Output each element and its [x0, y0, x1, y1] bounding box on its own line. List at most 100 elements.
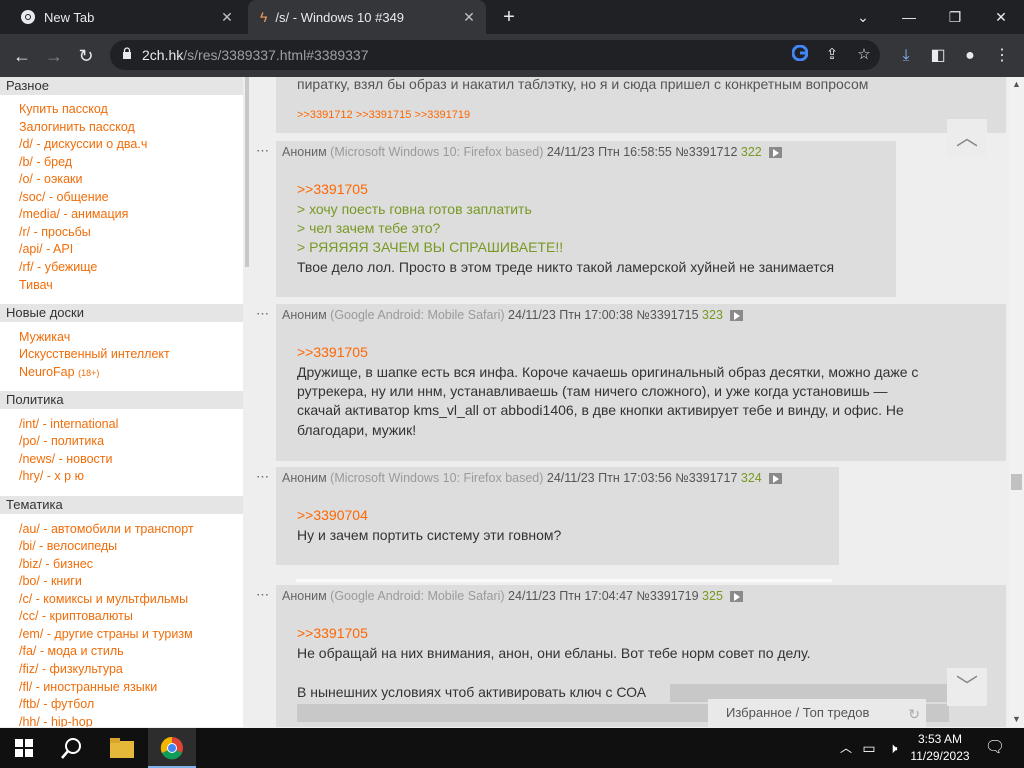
sidebar-item-soc[interactable]: /soc/ - общение [19, 189, 109, 206]
post-replies[interactable]: >>3391712 >>3391715 >>3391719 [297, 109, 470, 121]
play-icon[interactable] [769, 473, 783, 485]
download-icon[interactable]: ⤓ [894, 44, 918, 68]
play-icon[interactable] [769, 147, 783, 159]
sidebar-item-int[interactable]: /int/ - international [19, 416, 118, 433]
sidebar-item-fa[interactable]: /fa/ - мода и стиль [19, 643, 124, 660]
sidebar-item-fl[interactable]: /fl/ - иностранные языки [19, 679, 157, 696]
post-reply-link[interactable]: >>3391705 [297, 344, 368, 360]
sidebar-item-tivach[interactable]: Тивач [19, 277, 53, 294]
menu-icon[interactable]: ⋮ [990, 44, 1014, 68]
age-badge: (18+) [78, 368, 100, 378]
scroll-up-arrow-icon[interactable]: ▲ [1009, 77, 1024, 92]
scroll-up-button[interactable]: ︿ [947, 119, 987, 157]
sidebar-item-c[interactable]: /c/ - комиксы и мультфильмы [19, 591, 188, 608]
new-tab-button[interactable]: + [498, 6, 520, 28]
star-icon[interactable]: ☆ [854, 45, 874, 65]
share-icon[interactable]: ⇪ [822, 45, 842, 65]
scrollbar-thumb[interactable] [1011, 474, 1022, 490]
sidebar-item-ai[interactable]: Искусственный интеллект [19, 346, 170, 363]
sidebar-scrollbar[interactable] [245, 77, 249, 267]
sidebar-item-buy-passcode[interactable]: Купить пасскод [19, 101, 108, 118]
sidebar-item-hh[interactable]: /hh/ - hip-hop [19, 714, 93, 727]
chrome-taskbar-icon[interactable] [148, 728, 196, 768]
sidebar-item-media[interactable]: /media/ - анимация [19, 206, 128, 223]
refresh-icon[interactable]: ↻ [908, 700, 920, 727]
sidebar-item-muzhikach[interactable]: Мужикач [19, 329, 70, 346]
reload-icon[interactable]: ↻ [72, 42, 100, 70]
post-greentext: > хочу поесть говна готов заплатить [297, 201, 532, 217]
google-icon[interactable] [790, 44, 810, 65]
close-tab-icon[interactable]: ✕ [460, 8, 478, 26]
notification-icon[interactable]: 🗨 [980, 728, 1010, 768]
post-menu-icon[interactable]: ⋯ [256, 469, 269, 485]
sidebar-item-b[interactable]: /b/ - бред [19, 154, 72, 171]
chrome-icon [21, 10, 35, 24]
sidebar-item-bi[interactable]: /bi/ - велосипеды [19, 538, 117, 555]
scroll-down-arrow-icon[interactable]: ▼ [1009, 712, 1024, 727]
post-number[interactable]: №3391712 [675, 145, 737, 159]
windows-start-icon[interactable] [0, 728, 48, 768]
sidebar-item-po[interactable]: /po/ - политика [19, 433, 104, 450]
post-number[interactable]: №3391719 [636, 589, 698, 603]
file-explorer-icon[interactable] [98, 728, 146, 768]
address-bar[interactable]: 2ch.hk/s/res/3389337.html#3389337 ⇪ ☆ [110, 40, 880, 70]
tab-search-icon[interactable]: ⌄ [840, 0, 886, 34]
tab-new-tab[interactable]: New Tab ✕ [8, 0, 244, 34]
page-scrollbar[interactable]: ▲ ▼ [1009, 77, 1024, 727]
network-icon[interactable]: ▭ [858, 728, 880, 768]
sidepanel-icon[interactable]: ◧ [926, 44, 950, 68]
system-clock[interactable]: 3:53 AM 11/29/2023 [902, 731, 978, 765]
volume-icon[interactable]: 🕨 [882, 728, 904, 768]
sidebar-item-fiz[interactable]: /fiz/ - физкультура [19, 661, 123, 678]
sidebar-item-d[interactable]: /d/ - дискуссии о два.ч [19, 136, 147, 153]
favorites-label: Избранное / Топ тредов [726, 705, 870, 720]
post-number[interactable]: №3391717 [675, 471, 737, 485]
post-text: Твое дело лол. Просто в этом треде никто… [297, 259, 835, 275]
scroll-down-button[interactable]: ﹀ [947, 668, 987, 706]
play-icon[interactable] [730, 591, 744, 603]
minimize-button[interactable]: — [886, 0, 932, 34]
sidebar-item-em[interactable]: /em/ - другие страны и туризм [19, 626, 193, 643]
sidebar-item-r[interactable]: /r/ - просьбы [19, 224, 91, 241]
sidebar-item-api[interactable]: /api/ - API [19, 241, 73, 258]
poster-user-agent: (Microsoft Windows 10: Firefox based) [330, 145, 544, 159]
post-reply-link[interactable]: >>3391705 [297, 625, 368, 641]
sidebar-item-cc[interactable]: /cc/ - криптовалюты [19, 608, 133, 625]
back-icon[interactable]: ← [8, 42, 36, 70]
play-icon[interactable] [730, 310, 744, 322]
post-greentext: > РЯЯЯЯЯ ЗАЧЕМ ВЫ СПРАШИВАЕТЕ!! [297, 239, 564, 255]
chevron-up-icon[interactable]: ︿ [836, 728, 856, 768]
post-text: Не обращай на них внимания, анон, они еб… [297, 645, 811, 661]
sidebar-item-bo[interactable]: /bo/ - книги [19, 573, 82, 590]
post-menu-icon[interactable]: ⋯ [256, 587, 269, 603]
close-tab-icon[interactable]: ✕ [218, 8, 236, 26]
sidebar-item-neurofap[interactable]: NeuroFap (18+) [19, 364, 99, 382]
post-greentext: > чел зачем тебе это? [297, 220, 441, 236]
url-host: 2ch.hk [142, 47, 184, 63]
favorites-bar[interactable]: Избранное / Топ тредов ↻ [708, 699, 926, 727]
post-number[interactable]: №3391715 [636, 308, 698, 322]
sidebar-item-ftb[interactable]: /ftb/ - футбол [19, 696, 94, 713]
post-menu-icon[interactable]: ⋯ [256, 306, 269, 322]
sidebar-item-biz[interactable]: /biz/ - бизнес [19, 556, 93, 573]
profile-icon[interactable]: ● [958, 44, 982, 68]
sidebar-item-login-passcode[interactable]: Залогинить пасскод [19, 119, 135, 136]
sidebar-item-hry[interactable]: /hry/ - х р ю [19, 468, 84, 485]
sidebar-item-news[interactable]: /news/ - новости [19, 451, 113, 468]
close-window-button[interactable]: ✕ [978, 0, 1024, 34]
sidebar-item-rf[interactable]: /rf/ - убежище [19, 259, 97, 276]
post-reply-link[interactable]: >>3390704 [297, 507, 368, 523]
tab-active-thread[interactable]: ϟ /s/ - Windows 10 #349 ✕ [248, 0, 486, 34]
sidebar-item-o[interactable]: /o/ - оэкаки [19, 171, 82, 188]
forward-icon[interactable]: → [40, 42, 68, 70]
post-menu-icon[interactable]: ⋯ [256, 143, 269, 159]
post-partial: пиратку, взял бы образ и накатил таблэтк… [276, 77, 1006, 133]
post-text: благодари, мужик! [297, 422, 417, 438]
post-text: В нынешних условиях чтоб активировать кл… [297, 684, 647, 700]
sidebar-item-au[interactable]: /au/ - автомобили и транспорт [19, 521, 194, 538]
post-reply-link[interactable]: >>3391705 [297, 181, 368, 197]
post-count: 325 [702, 589, 723, 603]
search-icon[interactable] [48, 728, 96, 768]
post-header: Аноним (Google Android: Mobile Safari) 2… [282, 589, 744, 603]
restore-button[interactable]: ❐ [932, 0, 978, 34]
